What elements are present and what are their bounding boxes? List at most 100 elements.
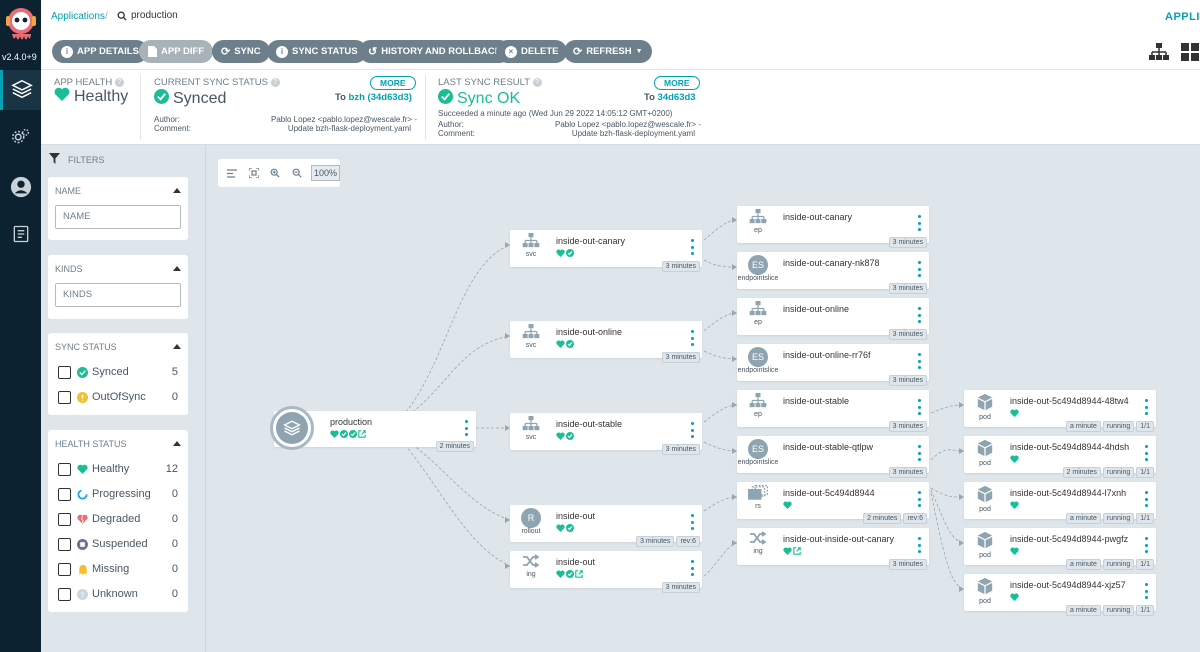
last-sync-more-button[interactable]: MORE	[654, 76, 700, 90]
checkbox[interactable]	[58, 512, 71, 526]
checkbox[interactable]	[58, 487, 71, 501]
refresh-button[interactable]: ⟳ REFRESH ▼	[564, 40, 652, 63]
tree-node-endpointslice-canary[interactable]: ES endpointslice inside-out-canary-nk878 …	[737, 252, 929, 294]
node-menu-icon[interactable]	[1145, 537, 1148, 553]
kinds-filter-input[interactable]: KINDS	[55, 283, 181, 307]
external-link-icon[interactable]	[793, 547, 801, 555]
checkbox[interactable]	[58, 390, 71, 404]
delete-label: DELETE	[521, 46, 559, 57]
tree-node-ing-inside-out-canary[interactable]: ing inside-out-inside-out-canary 3 minut…	[737, 528, 929, 570]
node-status-icons	[556, 524, 574, 532]
breadcrumb-applications[interactable]: Applications	[51, 11, 105, 22]
tree-node-ep-inside-out-online[interactable]: ep inside-out-online 3 minutes	[737, 298, 929, 340]
filter-unknown[interactable]: ? Unknown 0	[58, 586, 178, 602]
tree-node-ep-inside-out-canary[interactable]: ep inside-out-canary 3 minutes	[737, 206, 929, 248]
node-menu-icon[interactable]	[918, 491, 921, 507]
collapse-caret-icon[interactable]	[173, 344, 181, 349]
name-filter-input[interactable]: NAME	[55, 205, 181, 229]
tree-node-svc-inside-out-canary[interactable]: svc inside-out-canary 3 minutes	[510, 230, 702, 272]
help-icon[interactable]: ?	[270, 77, 280, 87]
filter-suspended[interactable]: Suspended 0	[58, 536, 178, 552]
tree-node-svc-inside-out-stable[interactable]: svc inside-out-stable 3 minutes	[510, 413, 702, 455]
check-circle-icon	[566, 340, 574, 348]
app-diff-button[interactable]: APP DIFF	[139, 40, 214, 63]
app-search[interactable]: production	[117, 10, 178, 21]
tree-node-rs-inside-out[interactable]: rs inside-out-5c494d8944 2 minutes rev:6	[737, 482, 929, 524]
current-sync-revision[interactable]: bzh (34d63d3)	[349, 92, 412, 103]
node-menu-icon[interactable]	[918, 445, 921, 461]
node-name: inside-out-stable-qtlpw	[783, 442, 874, 452]
node-menu-icon[interactable]	[1145, 491, 1148, 507]
node-menu-icon[interactable]	[691, 239, 694, 255]
help-icon[interactable]: ?	[114, 77, 124, 87]
node-menu-icon[interactable]	[465, 420, 468, 436]
node-menu-icon[interactable]	[918, 307, 921, 323]
tree-view-icon[interactable]	[1149, 43, 1169, 64]
node-menu-icon[interactable]	[691, 560, 694, 576]
tree-node-root-application[interactable]: production 2 minutes	[270, 406, 476, 452]
last-sync-revision[interactable]: 34d63d3	[658, 92, 696, 103]
revision-tag: rev:6	[903, 513, 927, 524]
filter-healthy[interactable]: Healthy 12	[58, 461, 178, 477]
grid-view-icon[interactable]	[1181, 43, 1199, 64]
tree-node-svc-inside-out-online[interactable]: svc inside-out-online 3 minutes	[510, 321, 702, 363]
collapse-caret-icon[interactable]	[173, 266, 181, 271]
filter-count: 0	[171, 391, 178, 403]
application-icon	[270, 406, 314, 450]
node-menu-icon[interactable]	[691, 422, 694, 438]
tree-node-endpointslice-stable[interactable]: ES endpointslice inside-out-stable-qtlpw …	[737, 436, 929, 478]
filter-degraded[interactable]: Degraded 0	[58, 511, 178, 527]
app-details-button[interactable]: i APP DETAILS	[52, 40, 148, 63]
node-menu-icon[interactable]	[1145, 583, 1148, 599]
sync-button[interactable]: ⟳ SYNC	[212, 40, 270, 63]
checkbox[interactable]	[58, 462, 71, 476]
node-menu-icon[interactable]	[1145, 445, 1148, 461]
help-icon[interactable]: ?	[532, 77, 542, 87]
collapse-caret-icon[interactable]	[173, 188, 181, 193]
history-rollback-button[interactable]: ↺ HISTORY AND ROLLBACK	[359, 40, 511, 63]
heart-icon	[77, 464, 88, 475]
tree-node-ep-inside-out-stable[interactable]: ep inside-out-stable 3 minutes	[737, 390, 929, 432]
tree-node-ing-inside-out[interactable]: ing inside-out 3 minutes	[510, 551, 702, 593]
tree-node-pod[interactable]: pod inside-out-5c494d8944-xjz57 a minute…	[964, 574, 1156, 616]
tree-node-pod[interactable]: pod inside-out-5c494d8944-pwgfz a minute…	[964, 528, 1156, 570]
nav-docs[interactable]	[0, 215, 41, 255]
node-menu-icon[interactable]	[918, 261, 921, 277]
age-tag: 3 minutes	[888, 283, 927, 294]
node-menu-icon[interactable]	[918, 537, 921, 553]
checkbox[interactable]	[58, 562, 71, 576]
filter-outofsync[interactable]: OutOfSync 0	[58, 389, 178, 405]
tree-node-endpointslice-online[interactable]: ES endpointslice inside-out-online-rr76f …	[737, 344, 929, 386]
nav-settings[interactable]	[0, 118, 41, 158]
node-menu-icon[interactable]	[918, 399, 921, 415]
delete-button[interactable]: × DELETE	[496, 40, 568, 63]
filter-icon	[49, 153, 60, 166]
collapse-caret-icon[interactable]	[173, 441, 181, 446]
sync-status-button[interactable]: i SYNC STATUS	[267, 40, 367, 63]
synced-check-icon	[77, 366, 88, 378]
filters-header[interactable]: FILTERS	[49, 153, 104, 166]
tree-node-pod[interactable]: pod inside-out-5c494d8944-4hdsh 2 minute…	[964, 436, 1156, 478]
filter-missing[interactable]: Missing 0	[58, 561, 178, 577]
node-kind: ep	[754, 411, 762, 418]
tree-node-rollout-inside-out[interactable]: Rrollout inside-out 3 minutes rev:6	[510, 505, 702, 547]
node-menu-icon[interactable]	[691, 514, 694, 530]
nav-applications[interactable]	[0, 70, 41, 110]
node-menu-icon[interactable]	[691, 330, 694, 346]
tree-node-pod[interactable]: pod inside-out-5c494d8944-l7xnh a minute…	[964, 482, 1156, 524]
argo-logo-icon[interactable]	[4, 6, 38, 44]
node-menu-icon[interactable]	[918, 215, 921, 231]
current-sync-more-button[interactable]: MORE	[370, 76, 416, 90]
tree-node-pod[interactable]: pod inside-out-5c494d8944-48tw4 a minute…	[964, 390, 1156, 432]
external-link-icon[interactable]	[575, 570, 583, 578]
external-link-icon[interactable]	[358, 430, 366, 438]
checkbox[interactable]	[58, 587, 71, 601]
sync-ok-text: Sync OK	[457, 90, 521, 107]
checkbox[interactable]	[58, 537, 71, 551]
filter-progressing[interactable]: Progressing 0	[58, 486, 178, 502]
filter-synced[interactable]: Synced 5	[58, 364, 178, 380]
node-menu-icon[interactable]	[918, 353, 921, 369]
checkbox[interactable]	[58, 365, 71, 379]
nav-user-info[interactable]	[0, 168, 41, 208]
node-menu-icon[interactable]	[1145, 399, 1148, 415]
